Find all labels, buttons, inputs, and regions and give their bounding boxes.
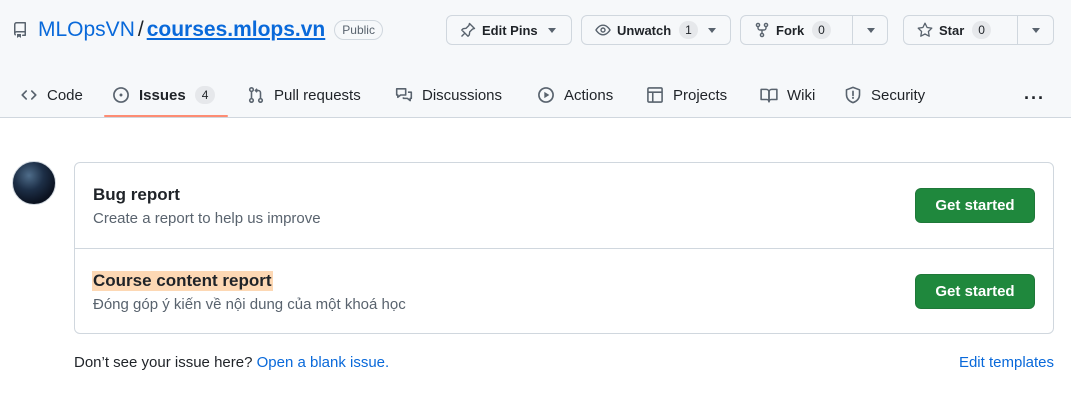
tab-label: Issues bbox=[139, 86, 186, 104]
issue-opened-icon bbox=[112, 86, 130, 104]
tab-label: Actions bbox=[564, 86, 614, 104]
get-started-button[interactable]: Get started bbox=[915, 188, 1035, 223]
template-description: Create a report to help us improve bbox=[93, 210, 321, 227]
edit-templates-link[interactable]: Edit templates bbox=[959, 354, 1054, 371]
tab-wiki[interactable]: Wiki bbox=[760, 72, 815, 118]
template-description: Đóng góp ý kiến về nội dung của một khoá… bbox=[93, 296, 406, 313]
repo-nav: Code Issues 4 Pull requests Discussions bbox=[0, 72, 1071, 118]
unwatch-button[interactable]: Unwatch 1 bbox=[581, 15, 731, 45]
blank-issue-prompt: Don’t see your issue here? Open a blank … bbox=[74, 354, 389, 371]
edit-pins-label: Edit Pins bbox=[482, 22, 538, 38]
book-icon bbox=[760, 86, 778, 104]
chevron-down-icon bbox=[707, 27, 716, 33]
tab-label: Pull requests bbox=[274, 86, 361, 104]
issues-count: 4 bbox=[194, 86, 216, 104]
tab-actions[interactable]: Actions bbox=[537, 72, 613, 118]
watch-count: 1 bbox=[679, 21, 698, 39]
get-started-button[interactable]: Get started bbox=[915, 274, 1035, 309]
selected-tab-indicator bbox=[104, 115, 228, 117]
pin-icon bbox=[460, 22, 476, 38]
repo-actions: Edit Pins Unwatch 1 Fork 0 Star 0 bbox=[0, 15, 1071, 45]
shield-icon bbox=[844, 86, 862, 104]
star-label: Star bbox=[939, 22, 965, 38]
edit-pins-button[interactable]: Edit Pins bbox=[446, 15, 572, 45]
tab-label: Code bbox=[47, 86, 83, 104]
tab-code[interactable]: Code bbox=[20, 72, 83, 118]
fork-dropdown-button[interactable] bbox=[852, 15, 888, 45]
star-dropdown-button[interactable] bbox=[1017, 15, 1054, 45]
play-icon bbox=[537, 86, 555, 104]
eye-icon bbox=[595, 22, 611, 38]
template-title: Bug report bbox=[93, 185, 180, 204]
tab-label: Projects bbox=[673, 86, 728, 104]
tab-discussions[interactable]: Discussions bbox=[395, 72, 502, 118]
more-menu-button[interactable]: ··· bbox=[1024, 88, 1045, 109]
fork-count: 0 bbox=[812, 21, 831, 39]
tab-projects[interactable]: Projects bbox=[646, 72, 727, 118]
git-pull-request-icon bbox=[247, 86, 265, 104]
template-row: Course content report Đóng góp ý kiến về… bbox=[75, 248, 1053, 333]
open-blank-issue-link[interactable]: Open a blank issue. bbox=[257, 354, 390, 371]
comment-discussion-icon bbox=[395, 86, 413, 104]
fork-icon bbox=[754, 22, 770, 38]
chevron-down-icon bbox=[1032, 27, 1040, 33]
template-row: Bug report Create a report to help us im… bbox=[75, 163, 1053, 248]
star-count: 0 bbox=[972, 21, 991, 39]
tab-issues[interactable]: Issues 4 bbox=[112, 72, 216, 118]
fork-label: Fork bbox=[776, 22, 805, 38]
chevron-down-icon bbox=[866, 27, 875, 33]
tab-security[interactable]: Security bbox=[844, 72, 925, 118]
unwatch-label: Unwatch bbox=[617, 22, 672, 38]
tab-label: Security bbox=[871, 86, 926, 104]
table-icon bbox=[646, 86, 664, 104]
tab-pull-requests[interactable]: Pull requests bbox=[247, 72, 361, 118]
chevron-down-icon bbox=[547, 27, 556, 33]
code-icon bbox=[20, 86, 38, 104]
repo-header: MLOpsVN / courses.mlops.vn Public Edit P… bbox=[0, 0, 1071, 118]
template-title: Course content report bbox=[92, 271, 273, 291]
issue-templates-list: Bug report Create a report to help us im… bbox=[74, 162, 1054, 334]
blank-issue-text: Don’t see your issue here? bbox=[74, 354, 253, 371]
tab-label: Discussions bbox=[422, 86, 503, 104]
tab-label: Wiki bbox=[787, 86, 816, 104]
star-icon bbox=[917, 22, 933, 38]
avatar bbox=[12, 161, 56, 205]
